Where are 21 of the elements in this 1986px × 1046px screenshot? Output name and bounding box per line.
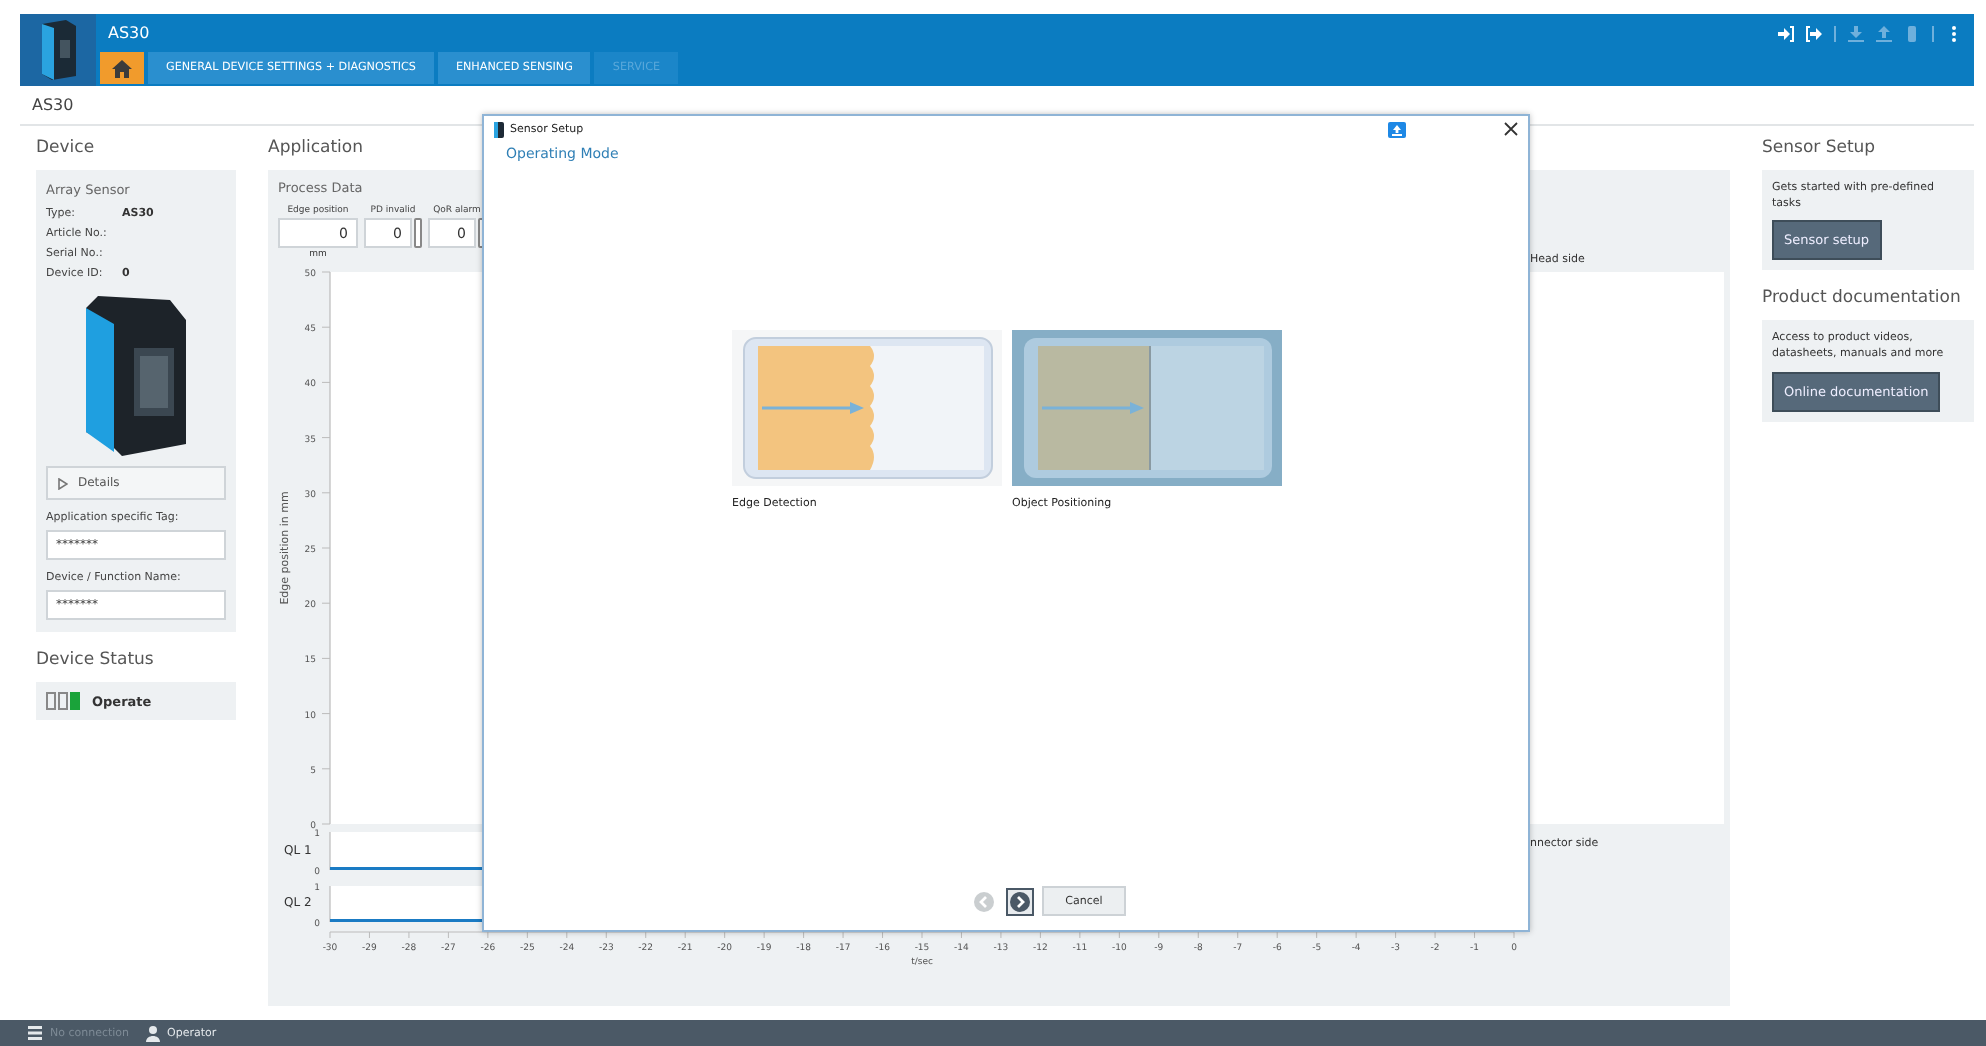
login-icon[interactable] [1778,25,1794,41]
home-icon [112,59,132,77]
home-tab[interactable] [100,52,144,84]
section-heading: Product documentation [1762,286,1961,313]
next-button[interactable] [1005,887,1034,915]
close-icon[interactable] [1504,122,1518,136]
section-heading: Application [268,136,363,162]
user-icon [145,1025,160,1041]
menu-icon[interactable] [28,1026,42,1040]
sensor-icon [494,121,504,137]
breadcrumb: AS30 [32,96,74,114]
more-icon[interactable] [1946,25,1962,41]
flag-indicator [414,218,422,248]
expand-triangle-icon [58,477,68,489]
device-title: AS30 [108,24,150,42]
upload-icon[interactable] [1388,121,1406,137]
section-heading: Sensor Setup [1762,136,1876,162]
logout-icon[interactable] [1806,25,1822,41]
section-heading: Device [36,136,95,162]
sensor-logo-icon [20,14,96,86]
section-heading: Device Status [36,648,154,674]
